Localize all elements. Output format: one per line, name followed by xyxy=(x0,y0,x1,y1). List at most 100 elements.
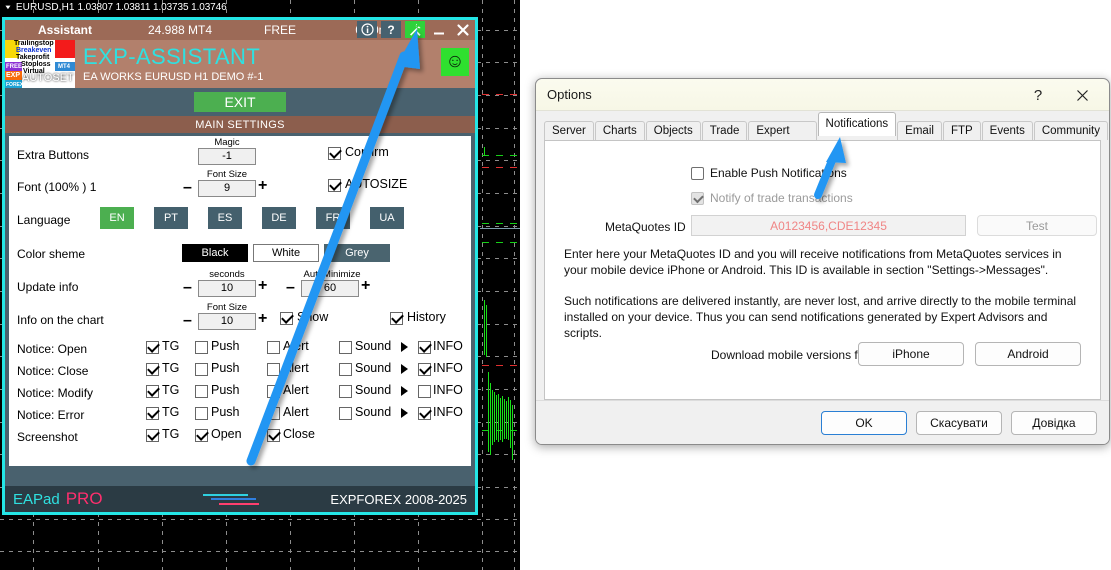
options-dialog-titlebar: Options ? xyxy=(536,79,1109,111)
smiley-icon[interactable]: ☺ xyxy=(441,48,469,76)
notice-error-tg-checkbox[interactable] xyxy=(146,407,159,420)
autominimize-input[interactable]: 60 xyxy=(301,280,359,297)
question-mark-icon[interactable]: ? xyxy=(381,21,401,38)
font-size-input[interactable]: 9 xyxy=(198,180,256,197)
notice-modify-tg-checkbox[interactable] xyxy=(146,385,159,398)
logo-mt4-badge: MT4 xyxy=(58,63,70,71)
help-button[interactable]: Довідка xyxy=(1011,411,1097,435)
autominimize-plus-button[interactable]: + xyxy=(361,278,370,294)
chart-candle xyxy=(498,394,499,442)
lang-button-es[interactable]: ES xyxy=(208,207,242,229)
test-button[interactable]: Test xyxy=(977,215,1097,236)
tab-trade[interactable]: Trade xyxy=(702,121,748,140)
notice-open-sound-checkbox[interactable] xyxy=(339,341,352,354)
screenshot-open-checkbox[interactable] xyxy=(195,429,208,442)
lang-button-pt[interactable]: PT xyxy=(154,207,188,229)
notice-close-info-checkbox[interactable] xyxy=(418,363,431,376)
lang-button-de[interactable]: DE xyxy=(262,207,296,229)
notice-error-info-checkbox[interactable] xyxy=(418,407,431,420)
history-checkbox[interactable] xyxy=(390,312,403,325)
logo-autoset: AUTOSET xyxy=(22,74,74,82)
chart-candle xyxy=(512,405,513,460)
notice-close-sound-checkbox[interactable] xyxy=(339,363,352,376)
font-size-plus-button[interactable]: + xyxy=(258,178,267,194)
tab-notifications[interactable]: Notifications xyxy=(818,112,897,136)
notice-error-push-checkbox[interactable] xyxy=(195,407,208,420)
exit-button[interactable]: EXIT xyxy=(194,92,286,112)
notice-open-push-checkbox[interactable] xyxy=(195,341,208,354)
chart-candle xyxy=(502,396,503,442)
minimize-icon[interactable] xyxy=(429,21,449,38)
notice-close-alert-checkbox[interactable] xyxy=(267,363,280,376)
chart-candle xyxy=(494,392,495,442)
seconds-plus-button[interactable]: + xyxy=(258,278,267,294)
logo-forex: FOREX xyxy=(6,81,23,88)
show-checkbox[interactable] xyxy=(280,312,293,325)
notice-open-alert-checkbox[interactable] xyxy=(267,341,280,354)
scheme-button-black[interactable]: Black xyxy=(182,244,248,262)
tab-server[interactable]: Server xyxy=(544,121,594,140)
notice-error-alert-label: Alert xyxy=(283,405,309,419)
magic-input[interactable]: -1 xyxy=(198,148,256,165)
cancel-button[interactable]: Скасувати xyxy=(916,411,1002,435)
info-font-size-caption: Font Size xyxy=(187,302,267,313)
scheme-button-grey[interactable]: Grey xyxy=(324,244,390,262)
lang-button-en[interactable]: EN xyxy=(100,207,134,229)
chart-symbol-label: ▼ EURUSD,H1 1.03807 1.03811 1.03735 1.03… xyxy=(0,0,227,15)
tab-events[interactable]: Events xyxy=(982,121,1033,140)
tab-email[interactable]: Email xyxy=(897,121,942,140)
font-size-minus-button[interactable]: – xyxy=(183,180,192,196)
screenshot-close-checkbox[interactable] xyxy=(267,429,280,442)
autominimize-minus-button[interactable]: – xyxy=(286,280,295,296)
notice-error-sound-checkbox[interactable] xyxy=(339,407,352,420)
chart-price-level xyxy=(482,223,520,224)
tab-objects[interactable]: Objects xyxy=(646,121,701,140)
notice-open-info-checkbox[interactable] xyxy=(418,341,431,354)
info-font-size-plus-button[interactable]: + xyxy=(258,311,267,327)
notice-error-alert-checkbox[interactable] xyxy=(267,407,280,420)
close-icon[interactable] xyxy=(1065,83,1099,107)
notice-modify-info-checkbox[interactable] xyxy=(418,385,431,398)
update-info-label: Update info xyxy=(17,280,78,294)
notice-modify-push-checkbox[interactable] xyxy=(195,385,208,398)
tab-community[interactable]: Community xyxy=(1034,121,1108,140)
seconds-minus-button[interactable]: – xyxy=(183,280,192,296)
notice-close-tg-checkbox[interactable] xyxy=(146,363,159,376)
android-download-button[interactable]: Android xyxy=(975,342,1081,366)
question-mark-icon[interactable]: ? xyxy=(1023,83,1053,107)
chart-candle xyxy=(484,147,485,155)
iphone-download-button[interactable]: iPhone xyxy=(858,342,964,366)
notice-open-sound-play-icon[interactable] xyxy=(401,342,408,352)
notice-close-sound-play-icon[interactable] xyxy=(401,364,408,374)
scheme-button-white[interactable]: White xyxy=(253,244,319,262)
chevron-down-icon[interactable]: ▼ xyxy=(4,3,13,12)
notice-modify-alert-checkbox[interactable] xyxy=(267,385,280,398)
notice-modify-sound-play-icon[interactable] xyxy=(401,386,408,396)
enable-push-notifications-checkbox[interactable] xyxy=(691,167,704,180)
tools-icon[interactable] xyxy=(405,21,425,38)
confirm-checkbox[interactable] xyxy=(328,147,341,160)
notice-error-sound-play-icon[interactable] xyxy=(401,408,408,418)
confirm-label: Confirm xyxy=(345,145,389,159)
notice-close-alert-label: Alert xyxy=(283,361,309,375)
lang-button-ua[interactable]: UA xyxy=(370,207,404,229)
metaquotes-id-input[interactable]: A0123456,CDE12345 xyxy=(691,215,966,236)
autosize-checkbox[interactable] xyxy=(328,179,341,192)
seconds-input[interactable]: 10 xyxy=(198,280,256,297)
close-icon[interactable] xyxy=(453,21,473,38)
ok-button[interactable]: OK xyxy=(821,411,907,435)
ea-brand-text: EXP-ASSISTANT EA WORKS EURUSD H1 DEMO #-… xyxy=(75,40,263,88)
info-icon[interactable] xyxy=(357,21,377,38)
notice-close-push-checkbox[interactable] xyxy=(195,363,208,376)
tab-expert-advisors[interactable]: Expert Advisors xyxy=(748,121,816,140)
screenshot-tg-checkbox[interactable] xyxy=(146,429,159,442)
tab-ftp[interactable]: FTP xyxy=(943,121,981,140)
tab-charts[interactable]: Charts xyxy=(595,121,645,140)
info-font-size-input[interactable]: 10 xyxy=(198,313,256,330)
notice-modify-sound-checkbox[interactable] xyxy=(339,385,352,398)
lang-button-fr[interactable]: FR xyxy=(316,207,350,229)
notice-modify-push-label: Push xyxy=(211,383,240,397)
info-font-size-minus-button[interactable]: – xyxy=(183,313,192,329)
magic-caption: Magic xyxy=(187,137,267,148)
notice-open-tg-checkbox[interactable] xyxy=(146,341,159,354)
